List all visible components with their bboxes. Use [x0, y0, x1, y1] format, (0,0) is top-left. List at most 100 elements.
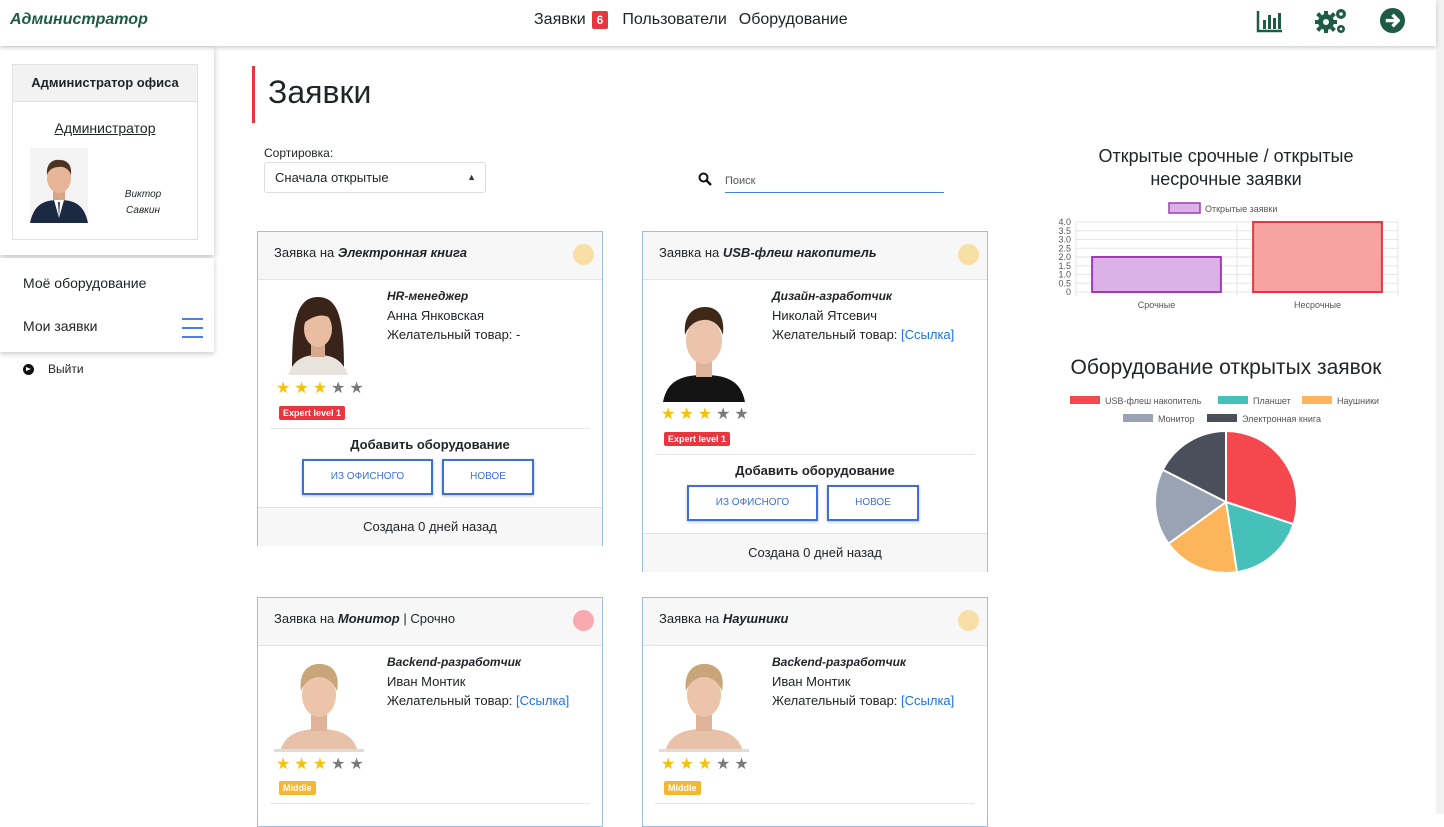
legend-label: Открытые заявки: [1205, 204, 1277, 214]
sidebar-menu: Моё оборудование Мои заявки: [0, 258, 214, 352]
desired-item: Желательный товар: [Ссылка]: [387, 693, 570, 708]
desired-item: Желательный товар: [Ссылка]: [772, 693, 955, 708]
nav-requests[interactable]: Заявки: [534, 11, 586, 29]
top-navbar: Администратор Заявки 6 Пользователи Обор…: [0, 0, 1436, 46]
level-badge: Expert level 1: [664, 432, 731, 446]
new-equipment-button[interactable]: НОВОЕ: [442, 459, 534, 495]
desired-item-link[interactable]: [Ссылка]: [516, 693, 569, 708]
profile-card: Администратор офиса Администратор Виктор…: [12, 64, 198, 240]
legend-label: Монитор: [1158, 414, 1195, 424]
nav-equipment[interactable]: Оборудование: [739, 11, 848, 29]
x-tick-label: Несрочные: [1294, 300, 1341, 310]
requests-count-badge: 6: [591, 11, 609, 29]
legend-label: Наушники: [1337, 396, 1379, 406]
nav-users[interactable]: Пользователи: [622, 11, 726, 29]
employee-position: Backend-разработчик: [387, 655, 521, 669]
bar-chart-icon[interactable]: [1256, 7, 1284, 35]
request-card: Заявка на Наушники Backend-разработчик И…: [642, 597, 988, 827]
rating-stars: ★ ★ ★ ★ ★: [661, 757, 753, 773]
logout-link[interactable]: Выйти: [23, 362, 84, 376]
request-card: Заявка на USB-флеш накопитель Дизайн-азр…: [642, 231, 988, 572]
y-tick-label: 4.0: [1058, 217, 1071, 227]
star-icon: ★: [716, 756, 731, 773]
status-dot: [958, 244, 979, 265]
y-tick-label: 0: [1066, 287, 1071, 297]
star-icon: ★: [679, 406, 694, 423]
star-icon: ★: [312, 380, 328, 397]
sort-select[interactable]: Сначала открытые ▲: [264, 162, 486, 193]
y-tick-label: 1.0: [1058, 270, 1071, 280]
employee-name: Иван Монтик: [772, 674, 851, 689]
from-office-button[interactable]: ИЗ ОФИСНОГО: [302, 459, 433, 495]
bar: [1091, 256, 1222, 293]
star-icon: ★: [734, 756, 749, 773]
desired-item-link[interactable]: [Ссылка]: [901, 327, 954, 342]
office-admin-header: Администратор офиса: [13, 65, 197, 102]
card-title: Заявка на Наушники: [659, 611, 789, 626]
star-icon: ★: [661, 756, 676, 773]
y-tick-label: 2.5: [1058, 243, 1071, 253]
status-dot: [573, 610, 594, 631]
sort-selected-value: Сначала открытые: [275, 170, 389, 185]
card-footer: Создана 0 дней назад: [258, 507, 602, 546]
star-icon: ★: [331, 380, 346, 397]
pie-chart-title: Оборудование открытых заявок: [1070, 356, 1382, 379]
employee-position: Дизайн-азработчик: [772, 289, 893, 303]
employee-name: Николай Ятсевич: [772, 308, 877, 323]
sidebar-item-my-equipment[interactable]: Моё оборудование: [23, 275, 146, 291]
arrow-right-circle-icon[interactable]: [1379, 7, 1406, 34]
employee-photo: [274, 289, 362, 375]
star-icon: ★: [312, 756, 328, 773]
card-title: Заявка на USB-флеш накопитель: [659, 245, 877, 260]
star-icon: ★: [716, 406, 731, 423]
star-icon: ★: [697, 406, 713, 423]
star-icon: ★: [734, 406, 749, 423]
employee-photo: [659, 289, 749, 402]
hamburger-menu-icon[interactable]: [182, 318, 203, 345]
sidebar-item-my-requests[interactable]: Мои заявки: [23, 318, 97, 334]
from-office-button[interactable]: ИЗ ОФИСНОГО: [687, 485, 818, 521]
employee-photo: [274, 655, 364, 752]
level-badge: Middle: [664, 781, 701, 795]
role-link[interactable]: Администратор: [13, 120, 197, 136]
bar: [1252, 221, 1383, 293]
employee-name: Анна Янковская: [387, 308, 485, 323]
brand-logo[interactable]: Администратор: [10, 11, 148, 29]
profile-panel: Администратор офиса Администратор Виктор…: [0, 47, 214, 255]
desired-item-link[interactable]: [Ссылка]: [901, 693, 954, 708]
equipment-pie-chart: USB-флеш накопитель Планшет Наушники Монито…: [1070, 396, 1379, 574]
star-icon: ★: [661, 406, 676, 423]
search-icon: [698, 172, 712, 186]
star-icon: ★: [349, 380, 364, 397]
new-equipment-button[interactable]: НОВОЕ: [827, 485, 919, 521]
employee-position: Backend-разработчик: [772, 655, 906, 669]
page-title: Заявки: [252, 66, 371, 123]
star-icon: ★: [697, 756, 713, 773]
card-divider: [270, 803, 590, 804]
page-scrollbar[interactable]: [1436, 0, 1444, 814]
request-card: Заявка на Монитор | Срочно Backend-разра…: [257, 597, 603, 827]
card-header: Заявка на USB-флеш накопитель: [643, 232, 987, 280]
star-icon: ★: [276, 380, 291, 397]
search-input[interactable]: [725, 170, 944, 193]
gears-icon[interactable]: [1314, 7, 1348, 35]
level-badge: Expert level 1: [279, 406, 346, 420]
rating-stars: ★ ★ ★ ★ ★: [661, 407, 753, 423]
legend-label: Планшет: [1253, 396, 1291, 406]
level-badge: Middle: [279, 781, 316, 795]
sort-label: Сортировка:: [264, 146, 334, 160]
star-icon: ★: [294, 380, 309, 397]
star-icon: ★: [679, 756, 694, 773]
star-icon: ★: [331, 756, 346, 773]
desired-item: Желательный товар: -: [387, 327, 521, 342]
x-tick-label: Срочные: [1138, 300, 1175, 310]
status-dot: [958, 610, 979, 631]
employee-position: HR-менеджер: [387, 289, 469, 303]
legend-swatch: [1070, 396, 1100, 404]
card-divider: [655, 803, 975, 804]
user-first-name: Виктор: [124, 189, 162, 200]
star-icon: ★: [349, 756, 364, 773]
card-footer: Создана 0 дней назад: [643, 533, 987, 572]
bar-chart-title: Открытые срочные / открытые несрочные за…: [1098, 146, 1354, 189]
rating-stars: ★ ★ ★ ★ ★: [276, 381, 368, 397]
